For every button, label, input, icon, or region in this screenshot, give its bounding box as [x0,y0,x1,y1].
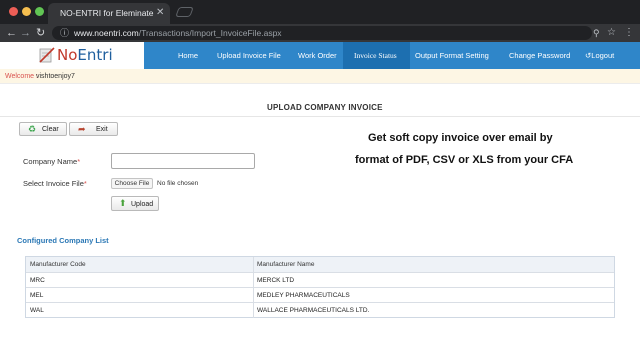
logo-text-entri: Entri [77,46,113,64]
upload-button-label: Upload [131,201,154,208]
nav-change-password[interactable]: Change Password [509,51,570,61]
column-header-manufacturer-name[interactable]: Manufacturer Name [253,257,613,272]
url-path: /Transactions/Import_InvoiceFile.aspx [138,28,282,38]
file-status-text: No file chosen [157,180,199,187]
company-name-input[interactable] [111,153,255,169]
nav-home[interactable]: Home [178,51,198,61]
nav-work-order[interactable]: Work Order [298,51,337,61]
table-row[interactable]: MRC MERCK LTD [26,272,614,288]
nav-logout[interactable]: ↺Logout [585,51,614,61]
nav-invoice-status[interactable]: Invoice Status [354,51,397,61]
table-header-row: Manufacturer Code Manufacturer Name [26,257,614,272]
welcome-label: Welcome : [5,73,38,80]
manufacturer-name-cell: MERCK LTD [253,273,613,288]
manufacturer-name-cell: WALLACE PHARMACEUTICALS LTD. [253,303,613,318]
required-mark: * [83,179,87,188]
logo-mark-icon [39,47,55,63]
manufacturer-name-cell: MEDLEY PHARMACEUTICALS [253,288,613,303]
tab-close-icon[interactable]: ✕ [156,7,164,19]
welcome-bar: Welcome : vishtoenjoy7 [0,69,640,84]
nav-output-format-setting[interactable]: Output Format Setting [415,51,489,61]
company-table: Manufacturer Code Manufacturer Name MRC … [25,256,615,318]
bookmark-star-icon[interactable]: ☆ [607,26,616,39]
page-title: UPLOAD COMPANY INVOICE [267,103,383,112]
heading-divider [0,116,640,117]
forward-arrow-icon[interactable]: → [20,26,31,40]
browser-toolbar: ← → ↻ ⓘ www.noentri.com/Transactions/Imp… [0,24,640,42]
logo[interactable]: NoEntri [0,42,144,69]
manufacturer-code-cell: MEL [30,292,44,299]
table-row[interactable]: WAL WALLACE PHARMACEUTICALS LTD. [26,302,614,318]
clear-button[interactable]: ♻ Clear [19,122,67,136]
new-tab-button[interactable] [175,7,194,17]
nav-upload-invoice-file[interactable]: Upload Invoice File [217,51,281,61]
company-name-label-text: Company Name [23,157,78,166]
back-arrow-icon[interactable]: ← [6,26,17,40]
nav-invoice-status-active[interactable]: Invoice Status [343,42,410,69]
required-mark: * [77,157,81,166]
invoice-file-label: Select Invoice File* [23,179,87,189]
browser-tab[interactable]: NO-ENTRI for Eleminate Data ✕ [48,3,170,24]
upload-arrow-icon: ⬆ [119,198,127,208]
upload-button[interactable]: ⬆ Upload [111,196,159,211]
recycle-icon: ♻ [28,124,37,134]
address-bar[interactable]: ⓘ www.noentri.com/Transactions/Import_In… [52,26,592,40]
logo-text: NoEntri [57,46,113,64]
manufacturer-code-cell: WAL [30,307,44,314]
clear-button-label: Clear [42,126,59,133]
browser-tab-bar: NO-ENTRI for Eleminate Data ✕ [0,0,640,24]
company-name-label: Company Name* [23,157,80,167]
exit-door-icon: ➦ [78,124,86,134]
reload-icon[interactable]: ↻ [36,26,45,40]
window-minimize-icon[interactable] [22,7,31,16]
window-maximize-icon[interactable] [35,7,44,16]
invoice-file-label-text: Select Invoice File [23,179,84,188]
tab-title: NO-ENTRI for Eleminate Data [60,8,156,18]
column-header-manufacturer-code[interactable]: Manufacturer Code [30,257,250,272]
logo-text-no: No [57,46,78,64]
configured-company-list-title: Configured Company List [17,236,109,245]
url-host: www.noentri.com [74,28,139,38]
site-header: NoEntri Home Upload Invoice File Work Or… [0,42,640,69]
browser-menu-icon[interactable]: ⋮ [624,26,634,39]
window-close-icon[interactable] [9,7,18,16]
welcome-username: vishtoenjoy7 [36,73,75,80]
choose-file-button[interactable]: Choose File [111,178,153,189]
exit-button-label: Exit [96,126,108,133]
promo-text-line-2: format of PDF, CSV or XLS from your CFA [355,154,574,166]
manufacturer-code-cell: MRC [30,277,45,284]
table-row[interactable]: MEL MEDLEY PHARMACEUTICALS [26,287,614,303]
key-icon[interactable]: ⚲ [593,27,600,39]
info-icon[interactable]: ⓘ [60,27,69,39]
nav-logout-label: Logout [591,51,615,60]
exit-button[interactable]: ➦ Exit [69,122,118,136]
promo-text-line-1: Get soft copy invoice over email by [368,132,553,144]
url-text: www.noentri.com/Transactions/Import_Invo… [74,27,282,39]
